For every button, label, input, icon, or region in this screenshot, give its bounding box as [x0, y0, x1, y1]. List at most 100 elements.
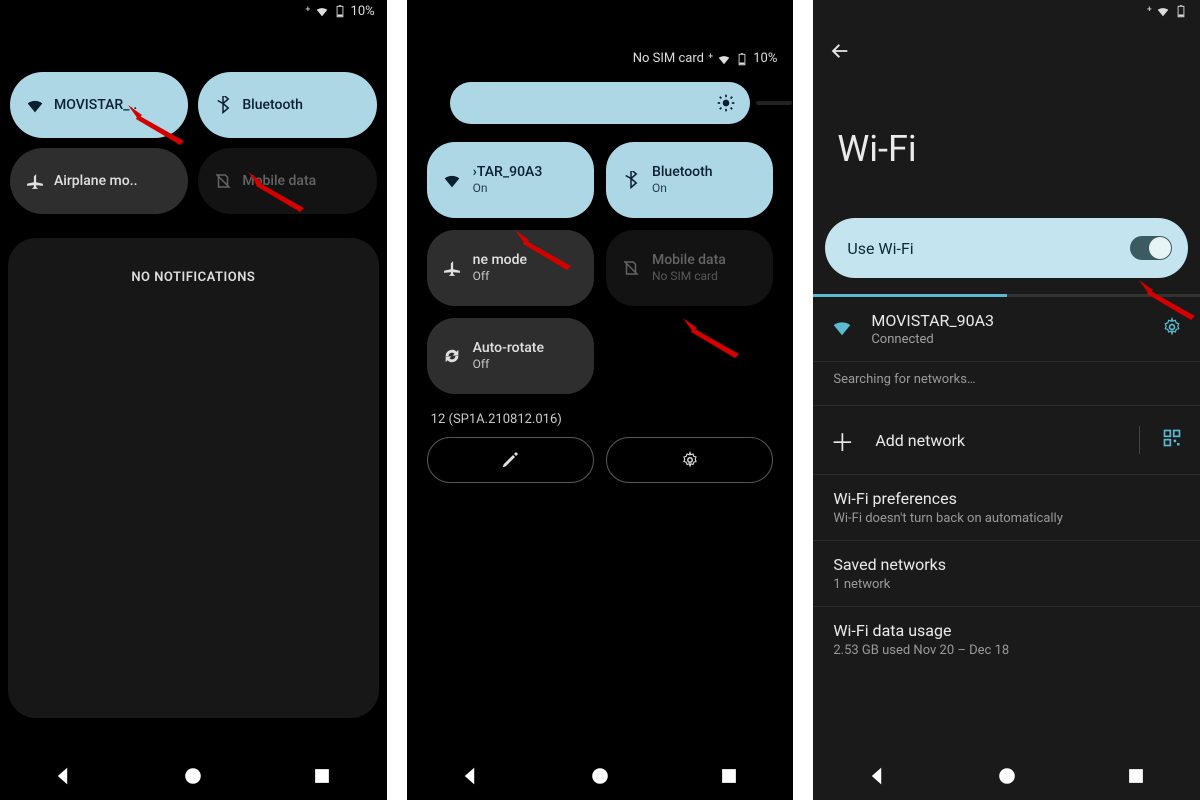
row-sub: 2.53 GB used Nov 20 – Dec 18	[833, 643, 1180, 658]
nav-home[interactable]	[589, 765, 611, 787]
battery-icon	[735, 52, 749, 66]
brightness-track	[756, 101, 792, 105]
brightness-slider[interactable]	[450, 82, 750, 124]
qs-tile-airplane[interactable]: ne mode Off	[427, 230, 594, 306]
bolt-icon: ⁺	[305, 4, 310, 19]
battery-pct: 10%	[351, 4, 375, 19]
nav-bar	[407, 752, 794, 800]
brightness-icon	[716, 93, 736, 113]
nav-home[interactable]	[996, 765, 1018, 787]
plus-icon: ＋	[831, 429, 853, 451]
nav-bar	[813, 752, 1200, 800]
row-title: Wi-Fi preferences	[833, 489, 1180, 508]
row-title: Wi-Fi data usage	[833, 621, 1180, 640]
settings-button[interactable]	[606, 437, 773, 483]
panel-quick-settings-collapsed: ⁺ 10% MOVISTAR_.. Bluetooth Airplane mo.…	[0, 0, 387, 800]
qs-tile-wifi[interactable]: ›TAR_90A3 On	[427, 142, 594, 218]
wifi-icon	[1156, 4, 1170, 18]
bolt-icon: ⁺	[1147, 4, 1152, 19]
row-sub: Wi-Fi doesn't turn back on automatically	[833, 511, 1180, 526]
arrow-back-icon	[829, 40, 851, 62]
divider	[1139, 426, 1140, 454]
gear-icon	[681, 451, 699, 469]
tile-title: Bluetooth	[652, 164, 713, 182]
tab-indicator	[813, 294, 1200, 297]
row-sub: 1 network	[833, 577, 1180, 592]
edit-tiles-button[interactable]	[427, 437, 594, 483]
wifi-icon	[26, 96, 44, 114]
status-bar: ⁺ 10%	[0, 0, 387, 22]
nav-home[interactable]	[182, 765, 204, 787]
panel-quick-settings-expanded: No SIM card ⁺ 10% ›TAR_90A3 On Bluetooth…	[407, 0, 794, 800]
use-wifi-label: Use Wi-Fi	[847, 239, 913, 258]
add-network-row[interactable]: ＋ Add network	[813, 406, 1200, 475]
saved-networks-row[interactable]: Saved networks 1 network	[813, 541, 1200, 607]
wifi-icon	[315, 4, 329, 18]
airplane-icon	[26, 172, 44, 190]
tile-title: ne mode	[473, 252, 527, 270]
row-title: Saved networks	[833, 555, 1180, 574]
qs-tile-label: Mobile data	[242, 173, 316, 189]
notification-panel: NO NOTIFICATIONS	[8, 238, 379, 718]
wifi-switch[interactable]	[1130, 236, 1172, 260]
qs-tile-label: Bluetooth	[242, 97, 303, 113]
nav-back[interactable]	[460, 765, 482, 787]
nav-recent[interactable]	[311, 765, 333, 787]
wifi-data-usage-row[interactable]: Wi-Fi data usage 2.53 GB used Nov 20 – D…	[813, 607, 1200, 672]
back-button[interactable]	[813, 22, 1200, 72]
airplane-icon	[443, 259, 461, 277]
add-network-label: Add network	[875, 431, 1117, 450]
panel-wifi-settings: ⁺ Wi-Fi Use Wi-Fi MOVISTAR_90A3 Connecte…	[813, 0, 1200, 800]
tile-sub: Off	[473, 269, 527, 284]
tile-sub: Off	[473, 357, 544, 372]
qs-tile-label: MOVISTAR_..	[54, 97, 137, 113]
network-settings-button[interactable]	[1162, 317, 1182, 341]
nav-back[interactable]	[867, 765, 889, 787]
nav-recent[interactable]	[718, 765, 740, 787]
tile-title: ›TAR_90A3	[473, 164, 543, 182]
no-sim-label: No SIM card	[633, 51, 704, 66]
qs-tile-autorotate[interactable]: Auto-rotate Off	[427, 318, 594, 394]
nav-back[interactable]	[53, 765, 75, 787]
status-bar: ⁺	[813, 0, 1200, 22]
battery-icon	[1174, 4, 1188, 18]
battery-icon	[333, 4, 347, 18]
page-title: Wi-Fi	[813, 72, 1200, 218]
nav-recent[interactable]	[1125, 765, 1147, 787]
qs-row-1: MOVISTAR_.. Bluetooth	[0, 72, 387, 138]
no-sim-icon	[214, 172, 232, 190]
tile-sub: On	[473, 181, 543, 196]
searching-label: Searching for networks…	[813, 362, 1200, 406]
qs-tile-airplane[interactable]: Airplane mo..	[10, 148, 188, 214]
wifi-preferences-row[interactable]: Wi-Fi preferences Wi-Fi doesn't turn bac…	[813, 475, 1200, 541]
wifi-icon	[717, 52, 731, 66]
tile-title: Auto-rotate	[473, 340, 544, 358]
wifi-icon	[443, 171, 461, 189]
network-status: Connected	[871, 332, 1144, 347]
qs-tile-mobiledata[interactable]: Mobile data	[198, 148, 376, 214]
bolt-icon: ⁺	[708, 51, 713, 66]
qs-tile-bluetooth[interactable]: Bluetooth	[198, 72, 376, 138]
qs-tile-label: Airplane mo..	[54, 173, 137, 189]
bluetooth-icon	[214, 96, 232, 114]
battery-pct: 10%	[753, 51, 777, 66]
connected-network-row[interactable]: MOVISTAR_90A3 Connected	[813, 297, 1200, 362]
nav-bar	[0, 752, 387, 800]
status-bar: No SIM card ⁺ 10%	[407, 0, 794, 70]
build-number: 12 (SP1A.210812.016)	[407, 394, 794, 437]
no-notifications-label: NO NOTIFICATIONS	[131, 270, 255, 718]
pencil-icon	[501, 451, 519, 469]
no-sim-icon	[622, 259, 640, 277]
qr-scan-button[interactable]	[1162, 428, 1182, 452]
bluetooth-icon	[622, 171, 640, 189]
network-name: MOVISTAR_90A3	[871, 311, 1144, 330]
tile-title: Mobile data	[652, 252, 726, 270]
qs-tile-mobiledata[interactable]: Mobile data No SIM card	[606, 230, 773, 306]
qs-actions	[407, 437, 794, 483]
tile-sub: On	[652, 181, 713, 196]
qs-tile-wifi[interactable]: MOVISTAR_..	[10, 72, 188, 138]
wifi-icon	[831, 316, 853, 342]
use-wifi-toggle-row[interactable]: Use Wi-Fi	[825, 218, 1188, 278]
tile-sub: No SIM card	[652, 269, 726, 284]
qs-tile-bluetooth[interactable]: Bluetooth On	[606, 142, 773, 218]
